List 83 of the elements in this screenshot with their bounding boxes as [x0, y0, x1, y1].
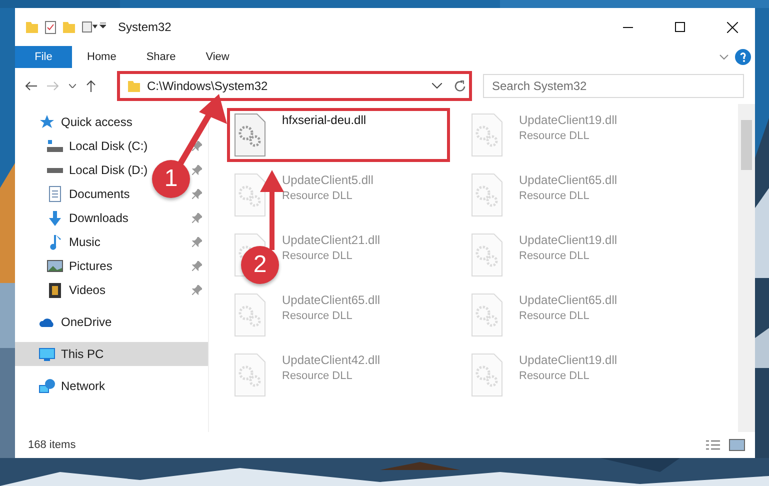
properties-icon[interactable]	[45, 20, 56, 34]
details-view-icon[interactable]	[705, 440, 721, 450]
address-path: C:\Windows\System32	[147, 79, 269, 93]
ribbon-tab[interactable]: File	[15, 46, 72, 68]
pin-icon[interactable]	[192, 261, 202, 271]
pictures-icon	[47, 260, 63, 272]
file-gear-icon	[471, 353, 503, 397]
file-type: Resource DLL	[519, 250, 590, 262]
customize-menu-icon[interactable]	[82, 21, 106, 33]
file-type: Resource DLL	[282, 250, 354, 262]
sidebar-item[interactable]: Downloads	[69, 211, 128, 225]
item-count: 168 items	[28, 439, 77, 451]
recent-locations-button[interactable]	[67, 82, 78, 90]
sidebar-item[interactable]: Music	[69, 235, 100, 249]
back-icon	[25, 81, 37, 91]
close-icon	[726, 22, 738, 32]
file-gear-icon	[234, 173, 266, 217]
file-gear-icon	[234, 113, 266, 157]
file-gear-icon	[471, 233, 503, 277]
file-type: Resource DLL	[519, 310, 590, 322]
videos-icon	[49, 282, 61, 298]
forward-button[interactable]	[45, 79, 61, 93]
new-folder-icon	[62, 21, 76, 33]
folder-icon	[127, 80, 141, 92]
file-type: Resource DLL	[282, 370, 354, 382]
ribbon-tab[interactable]: Share	[131, 46, 191, 68]
sidebar-item[interactable]: Videos	[69, 283, 106, 297]
ribbon-tab[interactable]: Home	[72, 46, 132, 68]
pc-icon	[39, 348, 55, 360]
maximize-icon	[675, 22, 685, 32]
folder-icon	[25, 21, 39, 33]
refresh-icon[interactable]	[454, 80, 466, 92]
up-arrow-icon	[86, 80, 96, 92]
file-item[interactable]: hfxserial-deu.dll	[227, 108, 450, 162]
sidebar-item[interactable]: Quick access	[61, 115, 132, 129]
pin-icon[interactable]	[192, 285, 202, 295]
pin-icon[interactable]	[192, 141, 202, 151]
caret-icon	[69, 84, 76, 88]
file-type: Resource DLL	[519, 130, 590, 142]
pin-icon[interactable]	[192, 165, 202, 175]
up-button[interactable]	[84, 78, 98, 94]
sidebar-item[interactable]: Local Disk (C:)	[69, 139, 148, 153]
window-title: System32	[118, 20, 172, 34]
back-button[interactable]	[23, 79, 39, 93]
file-type: Resource DLL	[282, 310, 354, 322]
sidebar-item[interactable]: This PC	[15, 342, 208, 366]
step-number: 2	[241, 246, 279, 284]
large-icons-view-icon[interactable]	[729, 439, 745, 451]
cloud-icon	[39, 317, 55, 327]
sidebar-item[interactable]: Local Disk (D:)	[69, 163, 148, 177]
file-gear-icon	[471, 293, 503, 337]
pin-icon[interactable]	[192, 237, 202, 247]
document-icon	[49, 186, 61, 202]
star-icon	[39, 114, 55, 130]
step-number: 1	[152, 160, 190, 198]
file-name: hfxserial-deu.dll	[282, 113, 366, 127]
pin-icon[interactable]	[192, 213, 202, 223]
file-type: Resource DLL	[519, 190, 590, 202]
file-gear-icon	[471, 113, 503, 157]
expand-ribbon-icon[interactable]	[719, 54, 729, 60]
forward-icon	[47, 81, 59, 91]
scrollbar[interactable]	[738, 104, 755, 432]
file-gear-icon	[234, 353, 266, 397]
dropdown-icon[interactable]	[432, 83, 442, 89]
pin-icon[interactable]	[192, 189, 202, 199]
ribbon-tab[interactable]: View	[190, 46, 244, 68]
download-icon	[48, 210, 62, 226]
minimize-icon	[623, 26, 633, 28]
file-type: Resource DLL	[282, 190, 354, 202]
sidebar-item[interactable]: Network	[61, 379, 106, 393]
disk-c-icon	[47, 140, 63, 152]
sidebar-item[interactable]: Pictures	[69, 259, 112, 273]
file-gear-icon	[471, 173, 503, 217]
sidebar-item[interactable]: OneDrive	[61, 315, 112, 329]
network-icon	[39, 379, 55, 393]
file-type: Resource DLL	[519, 370, 590, 382]
music-icon	[50, 234, 60, 250]
scroll-thumb[interactable]	[741, 120, 752, 170]
address-bar[interactable]: C:\Windows\System32	[118, 72, 471, 100]
search-field[interactable]: Search System32	[483, 74, 744, 98]
help-icon[interactable]	[735, 49, 751, 65]
sidebar-item[interactable]: Documents	[69, 187, 130, 201]
file-gear-icon	[234, 293, 266, 337]
